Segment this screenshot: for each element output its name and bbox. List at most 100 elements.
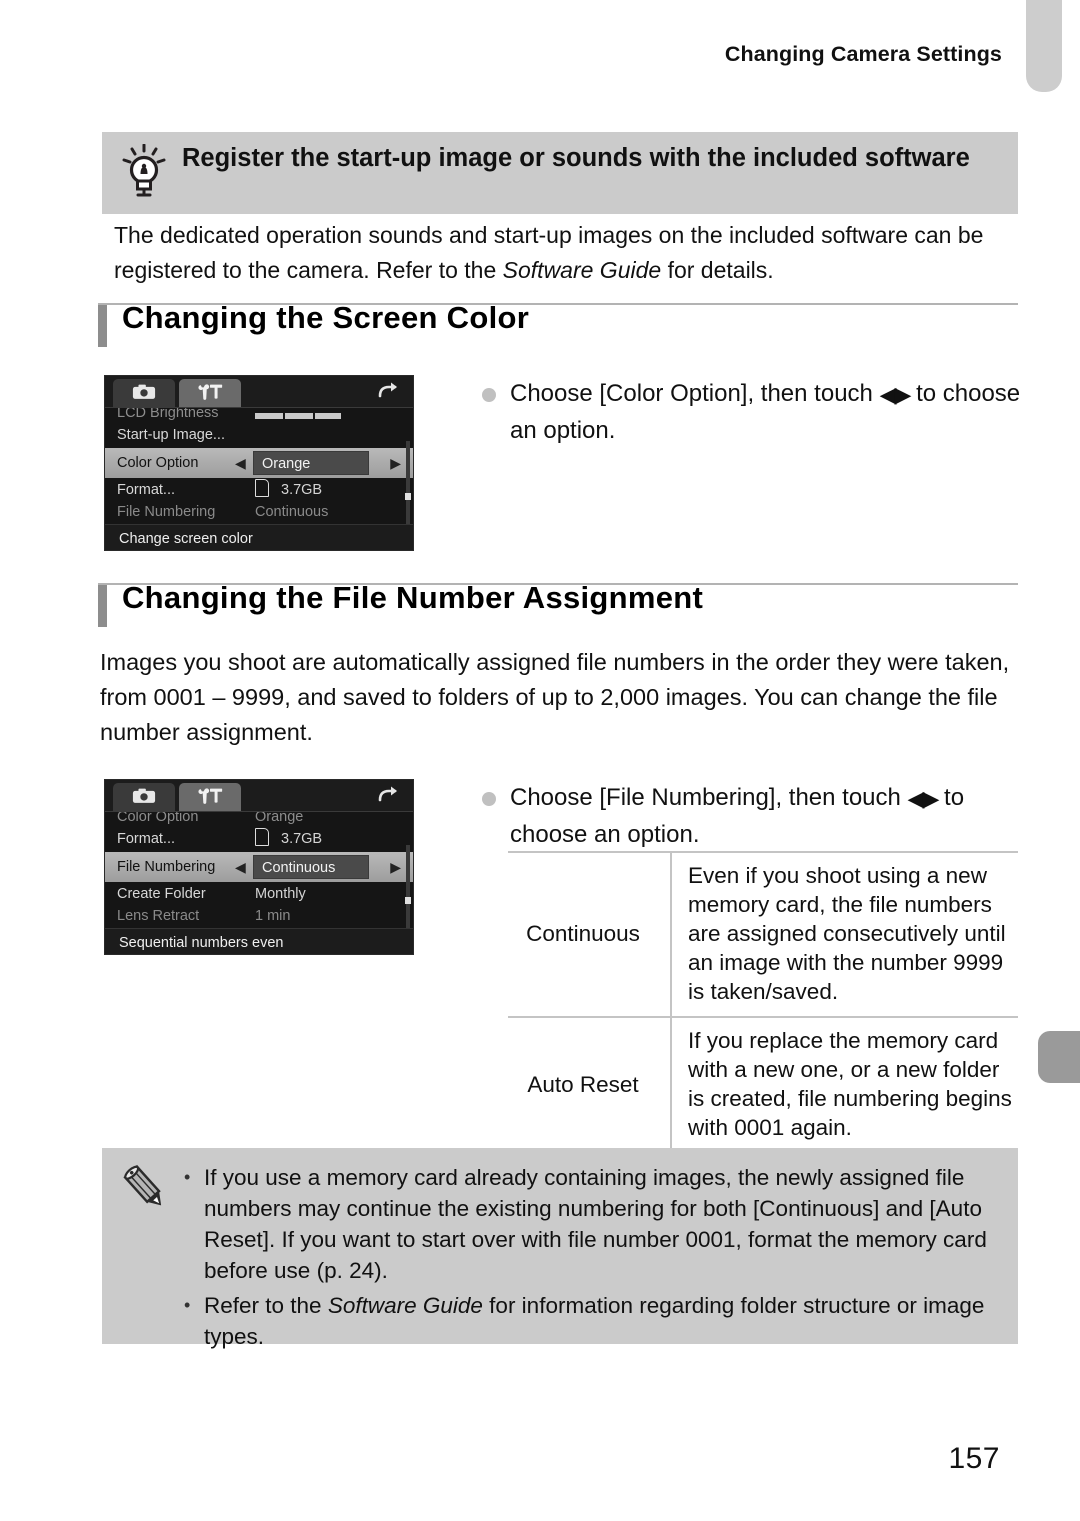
back-arrow-icon[interactable] <box>375 380 401 404</box>
memory-card-icon <box>255 828 269 846</box>
step-choose-color-option: Choose [Color Option], then touch ◀▶ to … <box>482 376 1022 449</box>
lcd-row-value: Continuous <box>253 855 369 879</box>
lcd-tab-shooting[interactable] <box>113 379 175 407</box>
table-row: Auto Reset If you replace the memory car… <box>508 1016 1018 1154</box>
table-row: Continuous Even if you shoot using a new… <box>508 851 1018 1018</box>
option-name: Auto Reset <box>508 1016 672 1154</box>
pencil-icon <box>118 1162 172 1216</box>
margin-tab-top <box>1026 0 1062 92</box>
lcd-row[interactable]: File Numbering Continuous <box>105 503 413 519</box>
brightness-bar <box>255 413 341 419</box>
note-bullet-icon: • <box>184 1167 191 1187</box>
lcd-row[interactable]: Lens Retract 1 min <box>105 907 413 923</box>
note-text-part1: Refer to the <box>204 1293 328 1318</box>
lcd-tab-shooting[interactable] <box>113 783 175 811</box>
tip-box-body: The dedicated operation sounds and start… <box>114 218 1016 288</box>
lcd-row-selected[interactable]: Color Option ◀ Orange ▶ <box>105 448 413 478</box>
file-numbering-options-table: Continuous Even if you shoot using a new… <box>508 851 1018 1154</box>
camera-icon <box>132 383 156 403</box>
lcd-row-label: File Numbering <box>117 859 216 875</box>
lcd-row-label: Format... <box>117 482 176 498</box>
tip-box: Register the start-up image or sounds wi… <box>102 132 1018 214</box>
lcd-row-value: Orange <box>253 451 369 475</box>
left-right-arrows-icon: ◀▶ <box>907 786 940 811</box>
body-paragraph-file-number: Images you shoot are automatically assig… <box>100 649 1010 745</box>
step-bullet-icon <box>482 388 496 402</box>
step-bullet-icon <box>482 792 496 806</box>
right-arrow-icon[interactable]: ▶ <box>390 448 401 478</box>
lcd-row-label: Color Option <box>117 455 199 471</box>
lcd-row[interactable]: Start-up Image... <box>105 423 413 448</box>
lcd-row-label: Create Folder <box>117 886 206 902</box>
lcd-scrollbar-knob[interactable] <box>405 897 411 904</box>
option-description: If you replace the memory card with a ne… <box>671 1016 1018 1154</box>
lcd-row-value: Monthly <box>255 886 306 902</box>
tip-body-italic: Software Guide <box>502 257 662 283</box>
wrench-hammer-icon <box>196 383 224 404</box>
note-text-italic: Software Guide <box>327 1293 483 1318</box>
camera-screen-file-numbering: Color Option Orange Format... 3.7GB File… <box>104 779 414 955</box>
lcd-tab-setup[interactable] <box>179 379 241 407</box>
lcd-row-value: 3.7GB <box>281 831 323 847</box>
step-text-before: Choose [Color Option], then touch <box>510 380 880 407</box>
lcd-row-value-group: 3.7GB <box>255 478 322 503</box>
list-item: • If you use a memory card already conta… <box>178 1162 1000 1286</box>
lcd-row-label: Color Option <box>117 812 199 825</box>
option-name: Continuous <box>508 851 672 1018</box>
lcd-footer-hint: Sequential numbers even <box>105 928 413 954</box>
lcd-row-label: Format... <box>117 831 176 847</box>
camera-screen-color-option: LCD Brightness Start-up Image... Color O… <box>104 375 414 551</box>
lcd-tab-bar <box>105 376 413 408</box>
lcd-footer-hint: Change screen color <box>105 524 413 550</box>
left-arrow-icon[interactable]: ◀ <box>235 852 246 882</box>
tip-box-title: Register the start-up image or sounds wi… <box>182 144 970 172</box>
lcd-row-value: Orange <box>255 812 304 825</box>
lcd-scrollbar-knob[interactable] <box>405 493 411 500</box>
step-text-before: Choose [File Numbering], then touch <box>510 784 908 811</box>
lcd-row[interactable]: LCD Brightness <box>105 408 413 423</box>
camera-icon <box>132 787 156 807</box>
lcd-row[interactable]: Format... 3.7GB <box>105 478 413 503</box>
tip-body-part2: for details. <box>661 257 774 283</box>
lcd-row-value: Continuous <box>255 504 329 519</box>
lcd-row[interactable]: Create Folder Monthly <box>105 882 413 907</box>
lcd-row-value: 3.7GB <box>281 482 323 498</box>
margin-tab-side <box>1038 1031 1080 1083</box>
right-arrow-icon[interactable]: ▶ <box>390 852 401 882</box>
lcd-row-label: File Numbering <box>117 504 216 519</box>
lcd-row-label: Lens Retract <box>117 908 200 923</box>
option-description: Even if you shoot using a new memory car… <box>671 851 1018 1018</box>
note-text-part1: If you use a memory card already contain… <box>204 1165 987 1283</box>
lcd-row[interactable]: Color Option Orange <box>105 812 413 827</box>
note-box: • If you use a memory card already conta… <box>102 1148 1018 1349</box>
lcd-row[interactable]: Format... 3.7GB <box>105 827 413 852</box>
page-title-file-number: Changing the File Number Assignment <box>122 580 704 615</box>
back-arrow-icon[interactable] <box>375 784 401 808</box>
lcd-tab-bar <box>105 780 413 812</box>
lcd-row-label: Start-up Image... <box>117 427 225 443</box>
wrench-hammer-icon <box>196 787 224 808</box>
page-title-screen-color: Changing the Screen Color <box>122 300 530 335</box>
list-item: • Refer to the Software Guide for inform… <box>178 1290 1000 1352</box>
lcd-row-label: LCD Brightness <box>117 408 219 421</box>
lcd-row-selected[interactable]: File Numbering ◀ Continuous ▶ <box>105 852 413 882</box>
manual-page: Changing Camera Settings Register the st… <box>0 0 1080 1521</box>
heading-accent-bar <box>98 305 107 347</box>
heading-accent-bar <box>98 585 107 627</box>
step-text: Choose [File Numbering], then touch ◀▶ t… <box>482 780 1022 853</box>
memory-card-icon <box>255 479 269 497</box>
left-right-arrows-icon: ◀▶ <box>879 382 912 407</box>
lcd-menu-list: Color Option Orange Format... 3.7GB File… <box>105 812 413 954</box>
page-number: 157 <box>948 1442 1000 1475</box>
lcd-row-value: 1 min <box>255 908 291 923</box>
lcd-tab-setup[interactable] <box>179 783 241 811</box>
note-bullet-icon: • <box>184 1295 191 1315</box>
note-list: • If you use a memory card already conta… <box>178 1162 1000 1356</box>
lcd-menu-list: LCD Brightness Start-up Image... Color O… <box>105 408 413 550</box>
lightbulb-icon <box>120 143 168 200</box>
lcd-row-value-group: 3.7GB <box>255 827 322 852</box>
left-arrow-icon[interactable]: ◀ <box>235 448 246 478</box>
step-choose-file-numbering: Choose [File Numbering], then touch ◀▶ t… <box>482 780 1022 853</box>
running-header: Changing Camera Settings <box>724 42 1002 66</box>
step-text: Choose [Color Option], then touch ◀▶ to … <box>482 376 1022 449</box>
